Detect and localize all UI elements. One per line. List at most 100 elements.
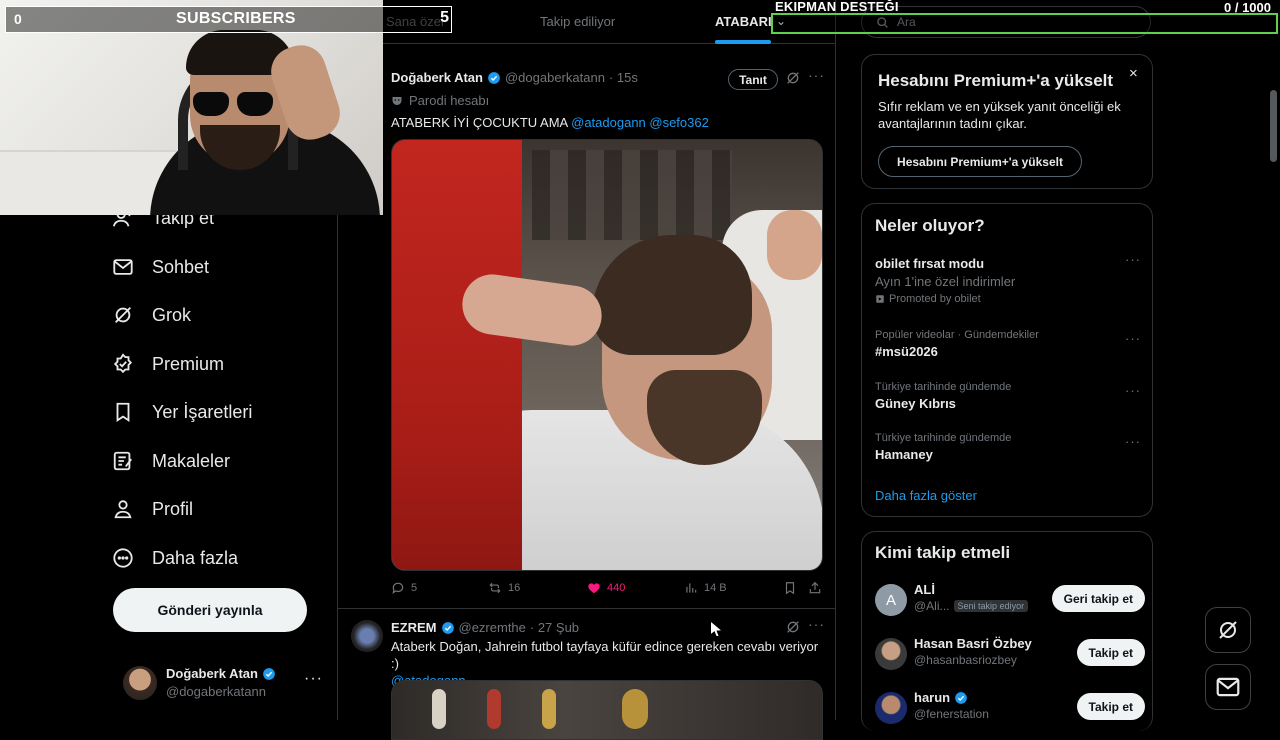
reply-icon bbox=[392, 582, 404, 595]
views-button[interactable]: 14 B bbox=[684, 581, 727, 595]
verified-icon bbox=[488, 71, 500, 84]
parody-text: Parodi hesabı bbox=[409, 93, 490, 108]
post-button[interactable]: Gönderi yayınla bbox=[113, 588, 307, 632]
trend-item[interactable]: Türkiye tarihinde gündemde Hamaney ··· bbox=[875, 432, 1141, 462]
nav-item-grok[interactable]: Grok bbox=[112, 293, 191, 337]
nav-item-chat[interactable]: Sohbet bbox=[112, 245, 209, 289]
suggested-user[interactable]: Hasan Basri Özbey @hasanbasriozbey Takip… bbox=[875, 636, 1145, 676]
subscriber-label: SUBSCRIBERS bbox=[176, 10, 296, 27]
tweet-body: ATABERK İYİ ÇOCUKTU AMA bbox=[391, 115, 568, 130]
like-count: 440 bbox=[607, 582, 626, 594]
user-handle: @Ali... bbox=[914, 599, 950, 613]
equipment-progress-bar bbox=[771, 13, 1278, 34]
messages-floating-button[interactable] bbox=[1205, 664, 1251, 710]
premium-upgrade-button[interactable]: Hesabını Premium+'a yükselt bbox=[878, 146, 1082, 177]
avatar[interactable]: A bbox=[875, 584, 907, 616]
tweet-time[interactable]: · 15s bbox=[609, 70, 638, 85]
trend-subtitle: Ayın 1'ine özel indirimler bbox=[875, 274, 1016, 289]
suggested-user[interactable]: harun @fenerstation Takip et bbox=[875, 690, 1145, 730]
more-icon[interactable]: ··· bbox=[304, 670, 323, 688]
trend-item[interactable]: obilet fırsat modu Ayın 1'ine özel indir… bbox=[875, 252, 1141, 305]
more-circle-icon bbox=[112, 547, 134, 569]
bookmark-icon bbox=[785, 582, 795, 595]
tab-ataberk[interactable]: ATABARI bbox=[715, 14, 772, 29]
reply-button[interactable]: 5 bbox=[391, 581, 417, 595]
grok-icon[interactable] bbox=[785, 70, 801, 86]
subscriber-goal-overlay: 0 SUBSCRIBERS 5 bbox=[5, 6, 452, 33]
more-icon[interactable]: ··· bbox=[808, 616, 825, 632]
equipment-support-title: EKIPMAN DESTEĞI bbox=[775, 0, 899, 14]
tweet-author-handle[interactable]: @ezremthe bbox=[459, 620, 526, 635]
nav-item-bookmarks[interactable]: Yer İşaretleri bbox=[112, 390, 252, 434]
tweet[interactable]: Doğaberk Atan @dogaberkatann · 15s Tanıt… bbox=[338, 57, 835, 609]
like-button[interactable]: 440 bbox=[587, 581, 625, 595]
more-icon[interactable]: ··· bbox=[1125, 331, 1141, 346]
nav-label: Daha fazla bbox=[152, 547, 239, 568]
follow-button[interactable]: Takip et bbox=[1076, 639, 1145, 666]
nav-label: Grok bbox=[152, 304, 192, 325]
tweet[interactable]: EZREM @ezremthe · 27 Şub ··· Ataberk Doğ… bbox=[338, 610, 835, 740]
repost-button[interactable]: 16 bbox=[488, 581, 520, 595]
trend-item[interactable]: Popüler videolar · Gündemdekiler #msü202… bbox=[875, 329, 1141, 359]
premium-description: Sıfır reklam ve en yüksek yanıt önceliği… bbox=[878, 99, 1121, 131]
promoted-label: Promoted by obilet bbox=[875, 293, 1141, 305]
close-icon[interactable]: × bbox=[1129, 65, 1138, 82]
tweet-header: EZREM @ezremthe · 27 Şub bbox=[391, 620, 579, 635]
account-name: Doğaberk Atan bbox=[166, 666, 276, 681]
user-handle: @fenerstation bbox=[914, 707, 989, 721]
grok-floating-button[interactable] bbox=[1205, 607, 1251, 653]
tweet-author-name[interactable]: Doğaberk Atan bbox=[391, 70, 483, 85]
avatar[interactable] bbox=[875, 692, 907, 724]
tweet-mentions[interactable]: @atadogann @sefo362 bbox=[571, 115, 709, 130]
follow-button[interactable]: Tanıt bbox=[728, 69, 778, 90]
reply-count: 5 bbox=[411, 582, 418, 594]
trend-title: Güney Kıbrıs bbox=[875, 396, 956, 411]
tweet-author-handle[interactable]: @dogaberkatann bbox=[505, 70, 605, 85]
promoted-text: Promoted by obilet bbox=[889, 293, 981, 305]
more-icon[interactable]: ··· bbox=[1125, 434, 1141, 449]
more-icon[interactable]: ··· bbox=[808, 67, 825, 83]
user-name: harun bbox=[914, 690, 951, 705]
nav-item-more[interactable]: Daha fazla bbox=[112, 536, 238, 580]
show-more-link[interactable]: Daha fazla göster bbox=[875, 488, 977, 503]
more-icon[interactable]: ··· bbox=[1125, 383, 1141, 398]
nav-item-profile[interactable]: Profil bbox=[112, 487, 193, 531]
who-to-follow-title: Kimi takip etmeli bbox=[875, 543, 1011, 562]
follow-button[interactable]: Takip et bbox=[1076, 693, 1145, 720]
nav-label: Makaleler bbox=[152, 450, 231, 471]
tweet-author-name[interactable]: EZREM bbox=[391, 620, 437, 635]
user-name: ALİ bbox=[914, 582, 935, 597]
avatar[interactable] bbox=[351, 620, 383, 652]
nav-label: Yer İşaretleri bbox=[152, 401, 253, 422]
suggested-user[interactable]: A ALİ @Ali... Seni takip ediyor Geri tak… bbox=[875, 582, 1145, 622]
nav-item-premium[interactable]: Premium bbox=[112, 342, 224, 386]
nav-item-articles[interactable]: Makaleler bbox=[112, 439, 230, 483]
views-icon bbox=[686, 583, 697, 593]
tab-following[interactable]: Takip ediliyor bbox=[540, 14, 615, 29]
verified-icon bbox=[263, 667, 275, 680]
account-switcher[interactable]: Doğaberk Atan @dogaberkatann ··· bbox=[120, 660, 330, 708]
bookmark-button[interactable] bbox=[783, 581, 797, 595]
trend-item[interactable]: Türkiye tarihinde gündemde Güney Kıbrıs … bbox=[875, 381, 1141, 411]
tweet-time[interactable]: · 27 Şub bbox=[530, 620, 579, 635]
media-figure bbox=[622, 689, 648, 729]
grok-icon[interactable] bbox=[785, 619, 801, 635]
avatar[interactable] bbox=[875, 638, 907, 670]
verified-icon bbox=[441, 621, 454, 634]
more-icon[interactable]: ··· bbox=[1125, 252, 1141, 267]
nav-label: Sohbet bbox=[152, 256, 210, 277]
scrollbar[interactable] bbox=[1270, 90, 1277, 162]
tweet-media[interactable] bbox=[391, 680, 823, 740]
trends-card: Neler oluyor? obilet fırsat modu Ayın 1'… bbox=[861, 203, 1153, 517]
premium-title: Hesabını Premium+'a yükselt bbox=[878, 71, 1114, 90]
bookmark-icon bbox=[112, 401, 134, 423]
video-red-shirt bbox=[392, 140, 522, 570]
mask-icon bbox=[392, 96, 402, 105]
tweet-text: ATABERK İYİ ÇOCUKTU AMA @atadogann @sefo… bbox=[391, 114, 823, 131]
tweet-video[interactable] bbox=[391, 139, 823, 571]
follow-back-button[interactable]: Geri takip et bbox=[1051, 585, 1145, 612]
avatar bbox=[123, 666, 157, 700]
share-button[interactable] bbox=[808, 581, 822, 595]
trend-title: obilet fırsat modu bbox=[875, 256, 985, 271]
video-shop-shelves bbox=[532, 150, 732, 240]
